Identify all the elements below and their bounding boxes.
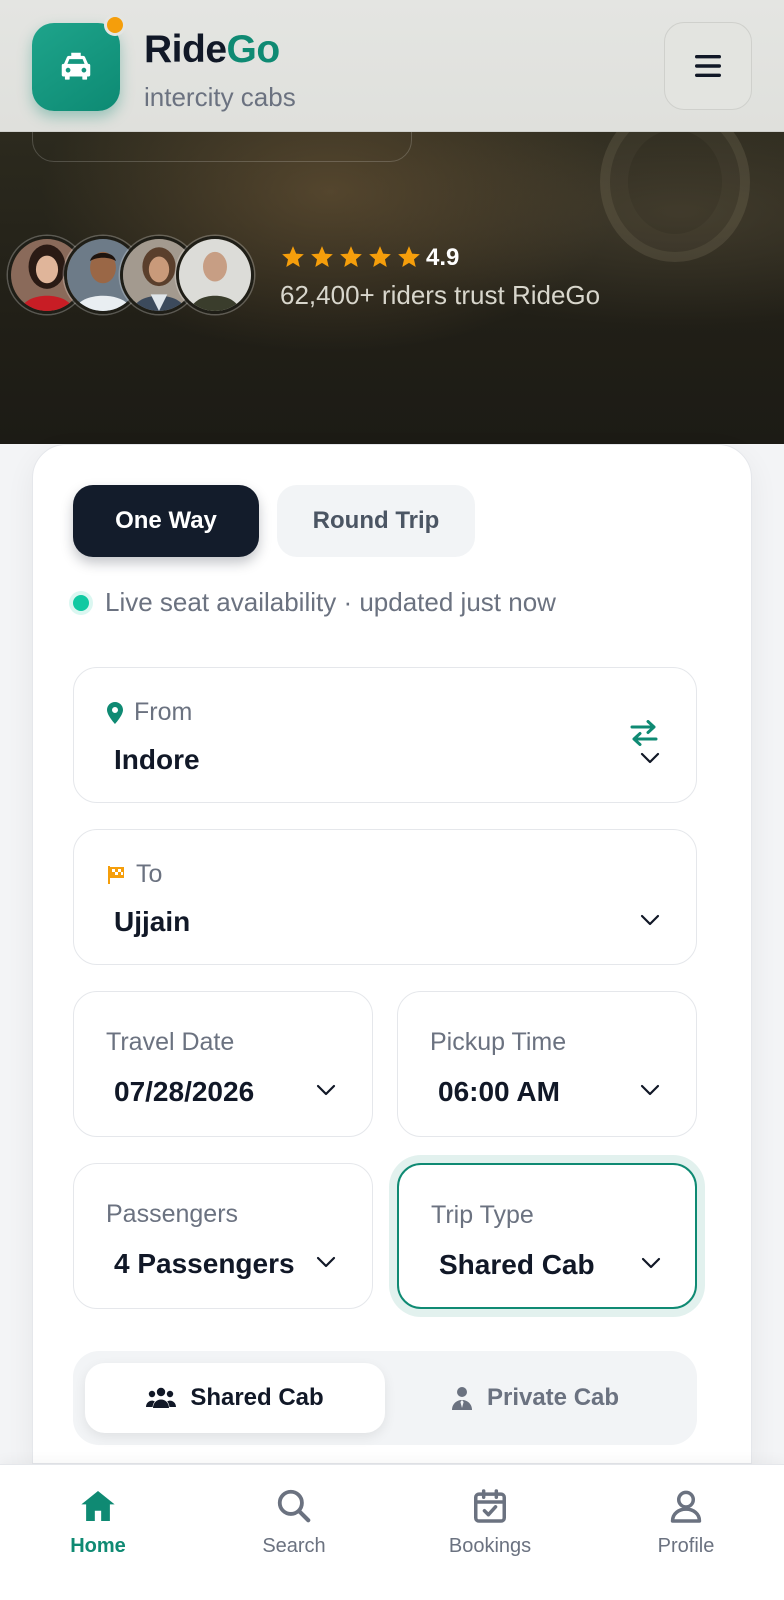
nav-home[interactable]: Home xyxy=(0,1465,196,1600)
swap-icon[interactable] xyxy=(630,720,658,746)
menu-button[interactable] xyxy=(664,22,752,110)
shared-cab-button[interactable]: Shared Cab xyxy=(85,1363,385,1433)
nav-home-label: Home xyxy=(70,1535,126,1557)
to-value: Ujjain xyxy=(114,906,191,937)
chevron-down-icon xyxy=(641,1257,661,1269)
travel-date-value: 07/28/2026 xyxy=(114,1076,255,1107)
travel-date-field[interactable]: Travel Date 07/28/2026 xyxy=(73,991,373,1137)
from-field[interactable]: From Indore xyxy=(73,667,697,803)
calendar-check-icon xyxy=(474,1489,506,1523)
brand-tagline: intercity cabs xyxy=(144,82,296,112)
star-icon xyxy=(282,246,304,267)
hero-decor-wheel xyxy=(600,132,750,262)
live-indicator-dot xyxy=(73,594,89,611)
star-icon xyxy=(311,246,333,267)
rating-stars xyxy=(280,244,422,270)
logo-badge[interactable] xyxy=(32,23,120,111)
chevron-down-icon xyxy=(640,1084,660,1096)
trip-type-label: Trip Type xyxy=(431,1201,534,1229)
chevron-down-icon xyxy=(640,752,660,764)
hero-decor-pill xyxy=(32,132,412,162)
hero-banner: 4.9 62,400+ riders trust RideGo xyxy=(0,132,784,444)
chevron-down-icon xyxy=(640,914,660,926)
live-status: Live seat availability · updated just no… xyxy=(73,587,556,618)
map-pin-icon xyxy=(107,701,123,724)
chevron-down-icon xyxy=(316,1256,336,1268)
tab-one-way[interactable]: One Way xyxy=(73,485,259,557)
user-icon xyxy=(670,1490,702,1523)
passengers-value: 4 Passengers xyxy=(114,1248,295,1279)
star-icon xyxy=(369,246,391,267)
travel-date-label: Travel Date xyxy=(106,1028,235,1056)
to-field[interactable]: To Ujjain xyxy=(73,829,697,965)
pickup-time-field[interactable]: Pickup Time 06:00 AM xyxy=(397,991,697,1137)
search-icon xyxy=(277,1489,311,1523)
user-tie-icon xyxy=(451,1387,472,1410)
from-label: From xyxy=(106,698,192,727)
nav-search-label: Search xyxy=(262,1535,326,1557)
home-icon xyxy=(81,1490,115,1522)
notification-dot xyxy=(104,14,126,36)
to-label: To xyxy=(106,860,162,889)
users-group-icon xyxy=(146,1387,177,1408)
app-header: RideGo intercity cabs xyxy=(0,0,784,132)
from-value: Indore xyxy=(114,744,200,775)
live-status-text: Live seat availability · updated just no… xyxy=(105,587,556,617)
nav-profile[interactable]: Profile xyxy=(588,1465,784,1600)
nav-profile-label: Profile xyxy=(657,1535,715,1557)
nav-search[interactable]: Search xyxy=(196,1465,392,1600)
trust-text: 62,400+ riders trust RideGo xyxy=(280,280,601,310)
star-icon xyxy=(340,246,362,267)
hamburger-menu-icon xyxy=(695,55,721,77)
rider-avatar-4 xyxy=(176,236,254,314)
checkered-flag-icon xyxy=(108,865,124,884)
private-cab-button[interactable]: Private Cab xyxy=(385,1363,685,1433)
passengers-label: Passengers xyxy=(106,1200,239,1228)
pickup-time-label: Pickup Time xyxy=(430,1028,567,1056)
trip-type-field[interactable]: Trip Type Shared Cab xyxy=(397,1163,697,1309)
bottom-navigation: Home Search Bookings Profile xyxy=(0,1464,784,1600)
booking-card: One Way Round Trip Live seat availabilit… xyxy=(32,444,752,1464)
tab-round-trip[interactable]: Round Trip xyxy=(277,485,475,557)
nav-bookings-label: Bookings xyxy=(448,1535,532,1557)
rating: 4.9 xyxy=(280,244,459,271)
trip-type-value: Shared Cab xyxy=(439,1249,595,1280)
cab-type-toggle: Shared Cab Private Cab xyxy=(73,1351,697,1445)
car-icon xyxy=(61,52,91,80)
passengers-field[interactable]: Passengers 4 Passengers xyxy=(73,1163,373,1309)
chevron-down-icon xyxy=(316,1084,336,1096)
rating-value: 4.9 xyxy=(426,244,460,271)
nav-bookings[interactable]: Bookings xyxy=(392,1465,588,1600)
pickup-time-value: 06:00 AM xyxy=(438,1076,560,1107)
star-icon xyxy=(398,246,420,267)
brand-name: RideGo xyxy=(144,28,280,71)
